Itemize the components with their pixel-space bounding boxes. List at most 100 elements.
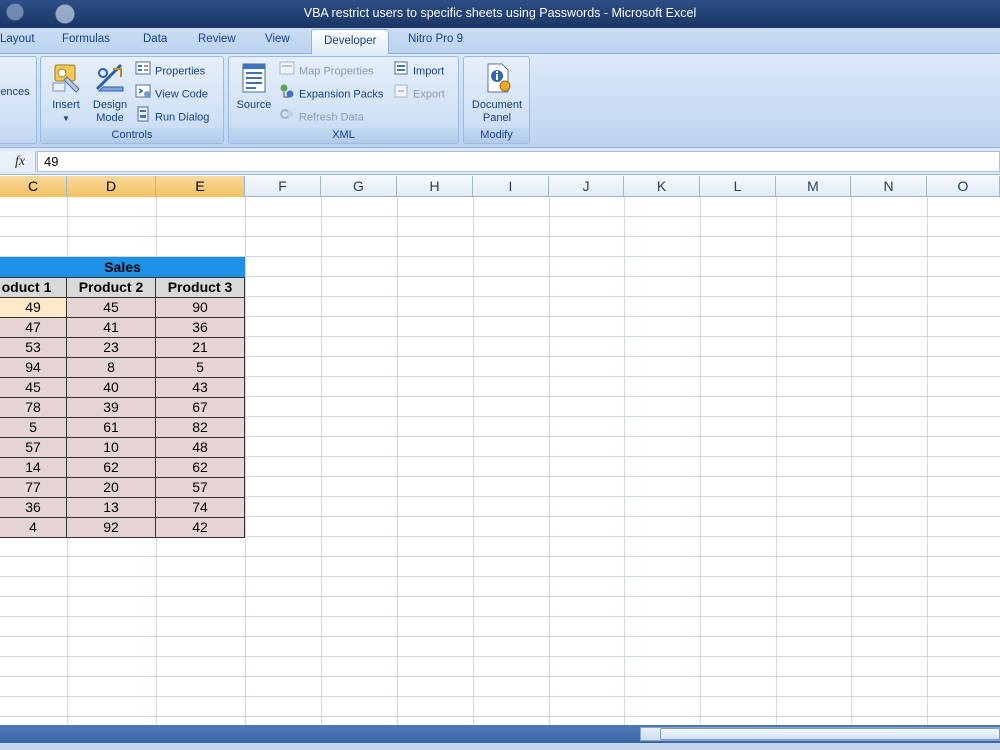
- table-cell[interactable]: 21: [156, 338, 245, 358]
- header-product-1[interactable]: oduct 1: [0, 277, 67, 298]
- run-dialog-button[interactable]: Run Dialog: [135, 106, 209, 126]
- export-button[interactable]: Export: [393, 83, 445, 103]
- column-header-h[interactable]: H: [397, 176, 473, 197]
- view-code-label: View Code: [155, 88, 208, 101]
- formula-bar: fx 49: [0, 148, 1000, 175]
- view-code-button[interactable]: View Code: [135, 83, 208, 103]
- header-product-3[interactable]: Product 3: [155, 277, 245, 298]
- code-group: ences: [0, 56, 37, 144]
- header-product-2[interactable]: Product 2: [66, 277, 156, 298]
- expansion-packs-button[interactable]: Expansion Packs: [279, 83, 383, 103]
- expansion-packs-label: Expansion Packs: [299, 88, 384, 101]
- table-cell[interactable]: 23: [67, 338, 156, 358]
- table-cell[interactable]: 57: [156, 478, 245, 498]
- ribbon: ences Insert ▼ Design Mode Properties Vi…: [0, 54, 1000, 148]
- scroll-thumb[interactable]: [660, 728, 1000, 740]
- expansion-packs-icon: [279, 83, 295, 106]
- map-properties-label: Map Properties: [299, 65, 374, 78]
- column-header-k[interactable]: K: [624, 176, 700, 197]
- insert-controls-icon: [52, 64, 80, 93]
- column-header-l[interactable]: L: [700, 176, 776, 197]
- column-header-d[interactable]: D: [67, 176, 156, 197]
- window-title: VBA restrict users to specific sheets us…: [303, 6, 697, 20]
- formula-input[interactable]: 49: [37, 151, 1000, 172]
- column-header-f[interactable]: F: [245, 176, 321, 197]
- controls-group: Insert ▼ Design Mode Properties View Cod…: [40, 56, 224, 144]
- table-cell[interactable]: 74: [156, 498, 245, 518]
- table-cell[interactable]: 36: [0, 498, 67, 518]
- table-cell[interactable]: 42: [156, 518, 245, 538]
- insert-button[interactable]: Insert ▼: [45, 61, 87, 125]
- column-header-c[interactable]: C: [0, 176, 67, 197]
- table-cell[interactable]: 82: [156, 418, 245, 438]
- table-cell[interactable]: 62: [67, 458, 156, 478]
- document-panel-button[interactable]: Document Panel: [466, 61, 528, 125]
- table-cell[interactable]: 40: [67, 378, 156, 398]
- document-panel-icon: [487, 63, 511, 93]
- table-cell[interactable]: 8: [67, 358, 156, 378]
- horizontal-scrollbar[interactable]: [0, 725, 1000, 743]
- column-header-i[interactable]: I: [473, 176, 549, 197]
- properties-button[interactable]: Properties: [135, 60, 205, 80]
- table-cell[interactable]: 45: [0, 378, 67, 398]
- column-header-j[interactable]: J: [549, 176, 624, 197]
- table-cell[interactable]: 4: [0, 518, 67, 538]
- import-label: Import: [413, 65, 445, 78]
- tab-nitro-pro[interactable]: Nitro Pro 9: [408, 33, 463, 45]
- table-cell[interactable]: 94: [0, 358, 67, 378]
- import-icon: [393, 60, 409, 83]
- source-button[interactable]: Source: [233, 61, 275, 112]
- xml-group-label: XML: [229, 128, 458, 143]
- tab-data[interactable]: Data: [143, 33, 167, 45]
- table-cell[interactable]: 5: [156, 358, 245, 378]
- table-cell[interactable]: 62: [156, 458, 245, 478]
- document-panel-label: Document Panel: [471, 99, 523, 124]
- table-cell[interactable]: 39: [67, 398, 156, 418]
- table-cell[interactable]: 77: [0, 478, 67, 498]
- table-cell[interactable]: 43: [156, 378, 245, 398]
- run-dialog-icon: [135, 106, 151, 129]
- table-cell[interactable]: 57: [0, 438, 67, 458]
- tab-formulas[interactable]: Formulas: [62, 33, 110, 45]
- table-cell[interactable]: 48: [156, 438, 245, 458]
- table-cell[interactable]: 47: [0, 318, 67, 338]
- table-cell[interactable]: 14: [0, 458, 67, 478]
- table-cell[interactable]: 5: [0, 418, 67, 438]
- table-cell[interactable]: 53: [0, 338, 67, 358]
- table-cell[interactable]: 45: [67, 298, 156, 318]
- column-headers: C D E F G H I J K L M N O: [0, 176, 1000, 197]
- table-cell[interactable]: 10: [67, 438, 156, 458]
- table-cell[interactable]: 36: [156, 318, 245, 338]
- table-cell[interactable]: 13: [67, 498, 156, 518]
- design-mode-label: Design Mode: [92, 99, 128, 124]
- properties-label: Properties: [155, 65, 206, 78]
- view-code-icon: [135, 83, 151, 106]
- table-cell[interactable]: 41: [67, 318, 156, 338]
- table-cell[interactable]: 90: [156, 298, 245, 318]
- tab-view[interactable]: View: [265, 33, 290, 45]
- tab-review[interactable]: Review: [198, 33, 236, 45]
- column-header-n[interactable]: N: [851, 176, 927, 197]
- column-header-m[interactable]: M: [776, 176, 851, 197]
- table-cell[interactable]: 78: [0, 398, 67, 418]
- table-cell[interactable]: 20: [67, 478, 156, 498]
- table-cell[interactable]: 92: [67, 518, 156, 538]
- design-mode-button[interactable]: Design Mode: [89, 61, 131, 125]
- status-bar: [0, 743, 1000, 750]
- references-button[interactable]: ences: [0, 86, 33, 99]
- tab-developer[interactable]: Developer: [311, 29, 390, 55]
- table-cell[interactable]: 61: [67, 418, 156, 438]
- sales-title-cell[interactable]: Sales: [0, 257, 245, 277]
- map-properties-button[interactable]: Map Properties: [279, 60, 374, 80]
- column-header-e[interactable]: E: [156, 176, 245, 197]
- table-cell[interactable]: 49: [0, 298, 67, 318]
- column-header-o[interactable]: O: [927, 176, 1000, 197]
- tab-page-layout[interactable]: Layout: [0, 33, 35, 45]
- column-header-g[interactable]: G: [321, 176, 397, 197]
- table-cell[interactable]: 67: [156, 398, 245, 418]
- refresh-data-button[interactable]: Refresh Data: [279, 106, 364, 126]
- insert-function-button[interactable]: fx: [0, 151, 36, 172]
- import-button[interactable]: Import: [393, 60, 444, 80]
- modify-group-label: Modify: [464, 128, 529, 143]
- source-pane-icon: [242, 63, 266, 93]
